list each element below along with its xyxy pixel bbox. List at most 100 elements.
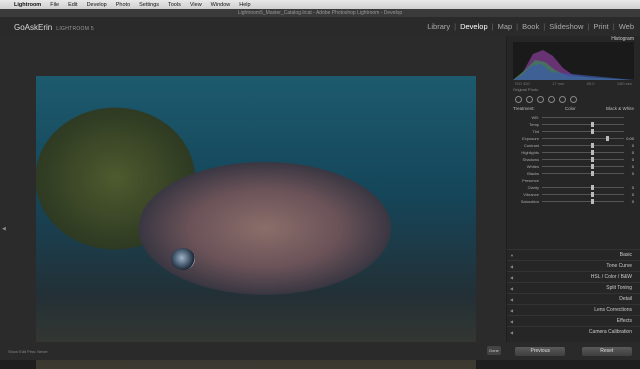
slider-value: 0 [631,199,634,204]
slider-knob[interactable] [591,192,595,197]
slider-blacks[interactable]: Blacks 0 [513,170,634,177]
collapse-icon: ▼ [510,252,514,258]
menu-window[interactable]: Window [211,2,231,8]
slider-label: Saturation [520,199,539,204]
expand-icon: ◀ [510,285,514,291]
treatment-bw[interactable]: Black & White [606,106,634,111]
menu-photo[interactable]: Photo [116,2,130,8]
basic-treatment: Treatment: Color Black & White [513,106,634,111]
slider-label: Whites [526,164,539,169]
module-picker: Library | Develop | Map | Book | Slideshow | … [427,22,634,31]
slider-tint[interactable]: Tint [513,128,634,135]
slider-knob[interactable] [591,185,595,190]
slider-temp[interactable]: Temp [513,121,634,128]
app-menu[interactable]: Lightroom [14,2,41,8]
panel-bottom-buttons: Previous Reset [507,342,640,360]
section-tone-curve[interactable]: ◀ Tone Curve [507,260,640,271]
slider-value: 0 [631,171,634,176]
section-camera-calibration[interactable]: ◀ Camera Calibration [507,326,640,337]
done-button[interactable]: Done [487,346,501,355]
radial-filter-icon[interactable] [559,95,566,103]
menubar: Lightroom File Edit Develop Photo Settin… [0,0,640,9]
module-print[interactable]: Print [593,22,608,31]
menu-develop[interactable]: Develop [87,2,107,8]
expand-icon: ◀ [510,329,514,335]
previous-button[interactable]: Previous [515,346,566,356]
focal-length: 17 mm [552,81,565,86]
iso-value: ISO 400 [515,81,530,86]
left-panel-toggle-icon[interactable]: ◀ [2,226,6,232]
slider-value: 0 [631,185,634,190]
slider-contrast[interactable]: Contrast 0 [513,142,634,149]
menu-help[interactable]: Help [239,2,250,8]
slider-saturation[interactable]: Saturation 0 [513,198,634,205]
expand-icon: ◀ [510,274,514,280]
spot-removal-icon[interactable] [526,95,533,103]
slider-label: Contrast [523,143,539,148]
module-develop[interactable]: Develop [460,22,488,31]
section-hsl[interactable]: ◀ HSL / Color / B&W [507,271,640,282]
red-eye-icon[interactable] [537,95,544,103]
module-book[interactable]: Book [522,22,539,31]
module-slideshow[interactable]: Slideshow [549,22,583,31]
edit-pins-select[interactable]: Never [37,349,48,354]
brand-name: GoAskErin [14,23,53,32]
section-lens-corrections[interactable]: ◀ Lens Corrections [507,304,640,315]
module-map[interactable]: Map [498,22,513,31]
develop-sections: ▼ Basic ◀ Tone Curve ◀ HSL / Color / B&W ◀ S… [507,249,640,337]
header: GoAskErin LIGHTROOM 5 Library | Develop | M… [0,17,640,36]
slider-label: Clarity [527,185,539,190]
slider-knob[interactable] [591,171,595,176]
menu-tools[interactable]: Tools [168,2,181,8]
menu-settings[interactable]: Settings [139,2,159,8]
treatment-color[interactable]: Color [565,106,576,111]
basic-sliders: WB: Temp Tint Exposure 0.00 Contrast 0 Hig… [513,114,634,205]
menu-edit[interactable]: Edit [68,2,77,8]
expand-icon: ◀ [510,263,514,269]
expand-icon: ◀ [510,296,514,302]
aperture: f/5.0 [586,81,595,86]
slider-label: Vibrance [523,192,539,197]
slider-whites[interactable]: Whites 0 [513,163,634,170]
graduated-filter-icon[interactable] [548,95,555,103]
slider-exposure[interactable]: Exposure 0.00 [513,135,634,142]
menu-view[interactable]: View [190,2,202,8]
slider-knob[interactable] [591,129,595,134]
module-library[interactable]: Library [427,22,450,31]
slider-knob[interactable] [591,164,595,169]
original-photo-label: Original Photo [513,87,539,92]
slider-knob[interactable] [591,199,595,204]
menu-file[interactable]: File [50,2,59,8]
bottom-toolbar: Show Edit Pins: Never Done [0,342,507,360]
slider-knob[interactable] [591,150,595,155]
slider-vibrance[interactable]: Vibrance 0 [513,191,634,198]
slider-knob[interactable] [591,157,595,162]
slider-label: WB: [531,115,539,120]
crop-tool-icon[interactable] [515,95,522,103]
tool-strip [515,95,632,103]
slider-knob[interactable] [591,143,595,148]
slider-clarity[interactable]: Clarity 0 [513,184,634,191]
adjustment-brush-icon[interactable] [570,95,577,103]
slider-knob[interactable] [591,122,595,127]
section-split-toning[interactable]: ◀ Split Toning [507,282,640,293]
section-detail[interactable]: ◀ Detail [507,293,640,304]
slider-knob[interactable] [605,136,609,141]
slider-label: Blacks [527,171,539,176]
slider-label: Presence [522,178,539,183]
slider-value: 0 [631,192,634,197]
reset-button[interactable]: Reset [581,346,632,356]
section-basic[interactable]: ▼ Basic [507,249,640,260]
module-web[interactable]: Web [619,22,634,31]
edit-pins-label: Show Edit Pins: Never [8,349,48,354]
slider-highlights[interactable]: Highlights 0 [513,149,634,156]
slider-shadows[interactable]: Shadows 0 [513,156,634,163]
histogram-graph [513,50,634,80]
histogram-info: ISO 400 17 mm f/5.0 1/60 sec [515,81,632,86]
expand-icon: ◀ [510,307,514,313]
main-photo[interactable] [36,76,476,369]
section-effects[interactable]: ◀ Effects [507,315,640,326]
brand: GoAskErin LIGHTROOM 5 [14,23,94,32]
slider-wb[interactable]: WB: [513,114,634,121]
right-panel: Histogram ISO 400 17 mm f/5.0 1/60 sec O… [507,36,640,342]
